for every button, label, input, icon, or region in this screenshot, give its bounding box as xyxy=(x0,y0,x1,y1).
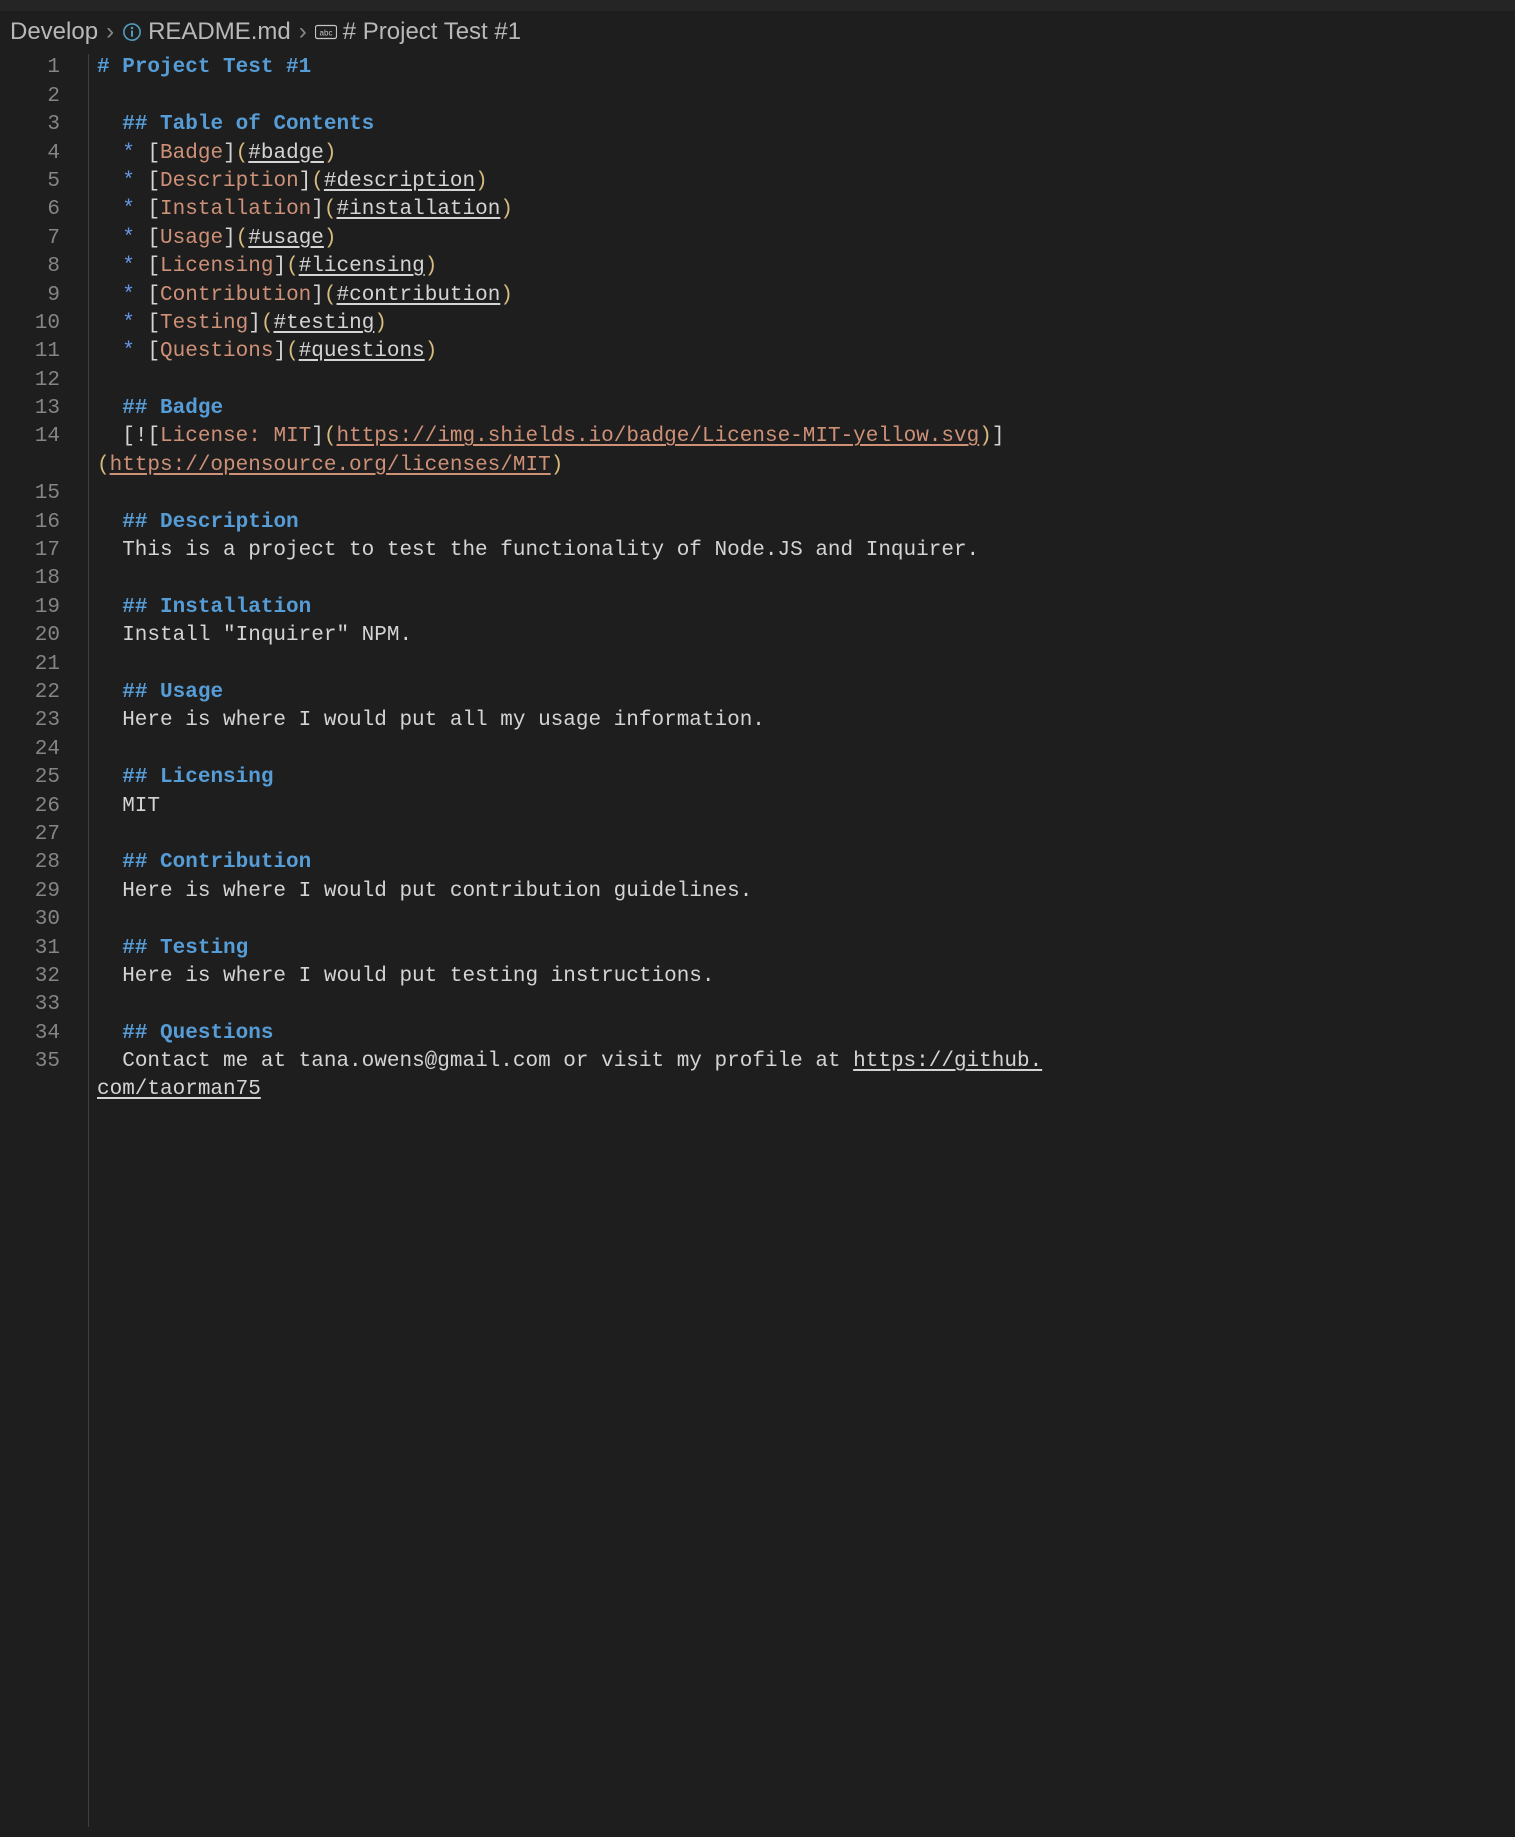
line-number: 10 xyxy=(0,310,60,338)
code-line[interactable]: Here is where I would put all my usage i… xyxy=(97,707,1515,735)
line-number: 8 xyxy=(0,253,60,281)
line-number: 18 xyxy=(0,565,60,593)
line-number: 22 xyxy=(0,679,60,707)
code-line[interactable]: ## Installation xyxy=(97,594,1515,622)
code-line[interactable] xyxy=(97,821,1515,849)
breadcrumb[interactable]: Develop › README.md › abc # Project Test… xyxy=(0,12,1515,54)
line-number: 23 xyxy=(0,707,60,735)
breadcrumb-file[interactable]: README.md xyxy=(148,16,291,48)
line-number: 25 xyxy=(0,764,60,792)
line-number: 13 xyxy=(0,395,60,423)
line-number-gutter: 1234567891011121314151617181920212223242… xyxy=(0,54,88,1827)
line-number: 20 xyxy=(0,622,60,650)
code-line[interactable]: ## Usage xyxy=(97,679,1515,707)
line-number: 1 xyxy=(0,54,60,82)
line-number: 35 xyxy=(0,1048,60,1105)
line-number: 21 xyxy=(0,651,60,679)
code-line[interactable] xyxy=(97,565,1515,593)
code-line[interactable]: Here is where I would put contribution g… xyxy=(97,878,1515,906)
code-line[interactable]: * [Contribution](#contribution) xyxy=(97,282,1515,310)
line-number: 32 xyxy=(0,963,60,991)
abc-icon: abc xyxy=(315,24,337,40)
line-number: 11 xyxy=(0,338,60,366)
line-number: 12 xyxy=(0,367,60,395)
line-number: 9 xyxy=(0,282,60,310)
line-number: 5 xyxy=(0,168,60,196)
breadcrumb-symbol[interactable]: # Project Test #1 xyxy=(343,16,521,48)
code-line[interactable]: Install "Inquirer" NPM. xyxy=(97,622,1515,650)
line-number: 29 xyxy=(0,878,60,906)
code-line[interactable]: ## Testing xyxy=(97,935,1515,963)
line-number: 26 xyxy=(0,793,60,821)
code-area[interactable]: # Project Test #1 ## Table of Contents *… xyxy=(88,54,1515,1827)
code-line[interactable]: * [Badge](#badge) xyxy=(97,140,1515,168)
code-line[interactable] xyxy=(97,651,1515,679)
code-line[interactable]: * [Testing](#testing) xyxy=(97,310,1515,338)
line-number: 3 xyxy=(0,111,60,139)
code-line[interactable]: * [Installation](#installation) xyxy=(97,196,1515,224)
code-line[interactable] xyxy=(97,480,1515,508)
line-number: 15 xyxy=(0,480,60,508)
line-number: 4 xyxy=(0,140,60,168)
line-number: 28 xyxy=(0,849,60,877)
line-number: 6 xyxy=(0,196,60,224)
code-line[interactable]: Contact me at tana.owens@gmail.com or vi… xyxy=(97,1048,1515,1105)
line-number: 27 xyxy=(0,821,60,849)
code-line[interactable]: ## Licensing xyxy=(97,764,1515,792)
code-line[interactable] xyxy=(97,906,1515,934)
chevron-right-icon: › xyxy=(106,16,114,48)
line-number: 34 xyxy=(0,1020,60,1048)
code-line[interactable]: # Project Test #1 xyxy=(97,54,1515,82)
line-number: 33 xyxy=(0,991,60,1019)
code-line[interactable]: [![License: MIT](https://img.shields.io/… xyxy=(97,423,1515,480)
code-line[interactable] xyxy=(97,736,1515,764)
code-line[interactable]: This is a project to test the functional… xyxy=(97,537,1515,565)
editor[interactable]: 1234567891011121314151617181920212223242… xyxy=(0,54,1515,1827)
line-number: 31 xyxy=(0,935,60,963)
code-line[interactable]: MIT xyxy=(97,793,1515,821)
code-line[interactable] xyxy=(97,83,1515,111)
line-number: 24 xyxy=(0,736,60,764)
line-number: 19 xyxy=(0,594,60,622)
code-line[interactable]: * [Description](#description) xyxy=(97,168,1515,196)
line-number: 7 xyxy=(0,225,60,253)
code-line[interactable]: ## Description xyxy=(97,509,1515,537)
code-line[interactable]: ## Contribution xyxy=(97,849,1515,877)
code-line[interactable]: ## Badge xyxy=(97,395,1515,423)
code-line[interactable] xyxy=(97,367,1515,395)
code-line[interactable]: ## Table of Contents xyxy=(97,111,1515,139)
line-number: 14 xyxy=(0,423,60,480)
tab-bar[interactable] xyxy=(0,0,1515,12)
svg-text:abc: abc xyxy=(319,29,332,38)
code-line[interactable]: Here is where I would put testing instru… xyxy=(97,963,1515,991)
code-line[interactable]: * [Usage](#usage) xyxy=(97,225,1515,253)
breadcrumb-folder[interactable]: Develop xyxy=(10,16,98,48)
line-number: 2 xyxy=(0,83,60,111)
line-number: 16 xyxy=(0,509,60,537)
code-line[interactable]: * [Questions](#questions) xyxy=(97,338,1515,366)
line-number: 30 xyxy=(0,906,60,934)
info-icon xyxy=(122,22,142,42)
chevron-right-icon: › xyxy=(299,16,307,48)
code-line[interactable] xyxy=(97,991,1515,1019)
code-line[interactable]: ## Questions xyxy=(97,1020,1515,1048)
code-line[interactable]: * [Licensing](#licensing) xyxy=(97,253,1515,281)
line-number: 17 xyxy=(0,537,60,565)
